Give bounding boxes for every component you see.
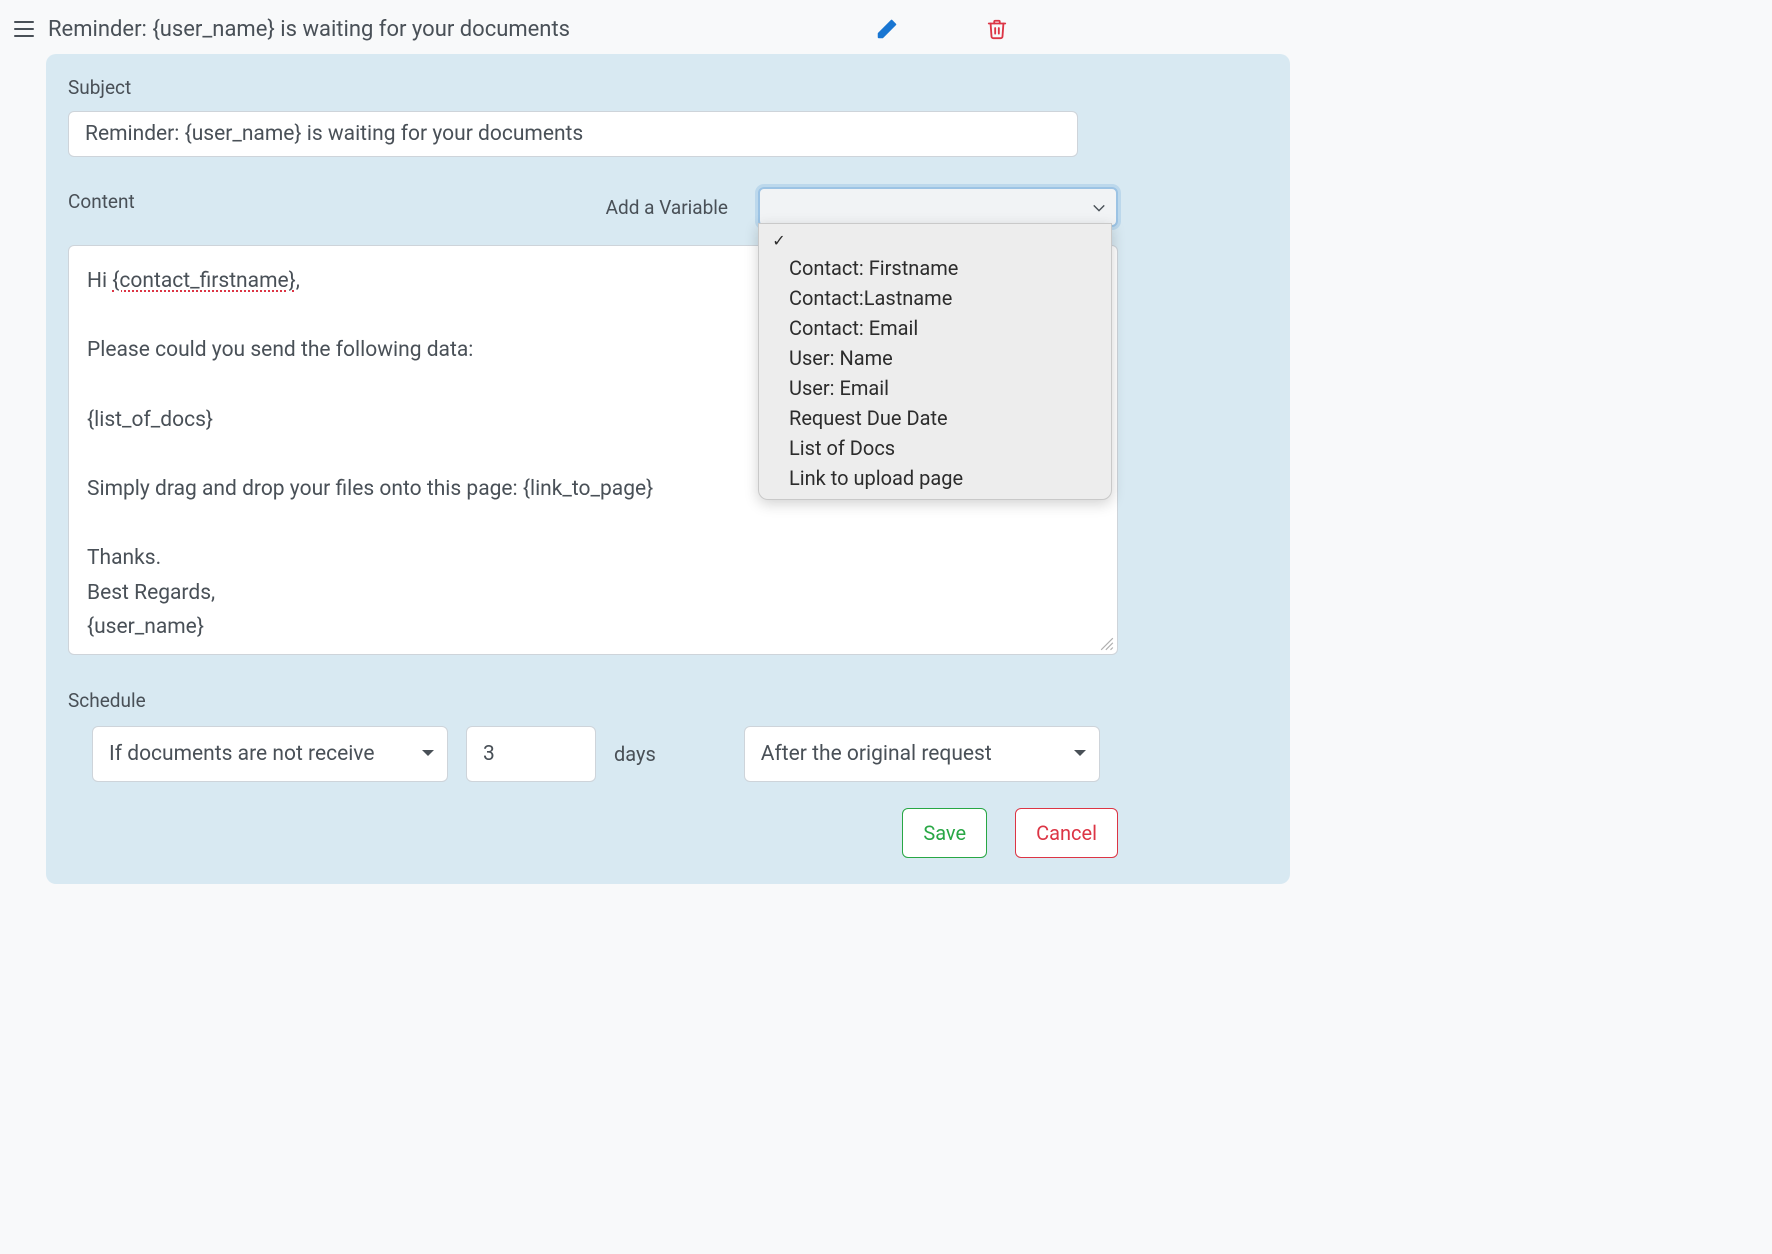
dropdown-option-blank[interactable]: ✓ bbox=[759, 228, 1111, 253]
dropdown-option-label: Link to upload page bbox=[789, 466, 963, 490]
header-row: Reminder: {user_name} is waiting for you… bbox=[0, 0, 1300, 54]
dropdown-option-label: Request Due Date bbox=[789, 406, 948, 430]
spellcheck-underline: {contact_firstname} bbox=[112, 269, 295, 293]
save-button[interactable]: Save bbox=[902, 808, 987, 858]
check-icon: ✓ bbox=[769, 231, 789, 250]
dropdown-option-label: User: Email bbox=[789, 376, 889, 400]
content-label: Content bbox=[68, 190, 586, 213]
schedule-timing-select[interactable]: After the original request bbox=[744, 726, 1100, 782]
dropdown-option[interactable]: Contact: Firstname bbox=[759, 253, 1111, 283]
variable-select[interactable] bbox=[758, 187, 1118, 227]
reminder-card: Subject Content Add a Variable ✓ Contact… bbox=[46, 54, 1290, 884]
subject-label: Subject bbox=[68, 76, 1268, 99]
dropdown-option-label: List of Docs bbox=[789, 436, 895, 460]
variable-dropdown[interactable]: ✓ Contact: Firstname Contact:Lastname Co… bbox=[758, 223, 1112, 500]
delete-button[interactable] bbox=[982, 14, 1012, 44]
schedule-condition-select[interactable]: If documents are not receive bbox=[92, 726, 448, 782]
add-variable-label: Add a Variable bbox=[606, 196, 728, 219]
cancel-button[interactable]: Cancel bbox=[1015, 808, 1118, 858]
trash-icon bbox=[986, 18, 1008, 40]
dropdown-option[interactable]: User: Name bbox=[759, 343, 1111, 373]
dropdown-option[interactable]: Contact:Lastname bbox=[759, 283, 1111, 313]
chevron-down-icon bbox=[1092, 201, 1106, 215]
dropdown-option-label: User: Name bbox=[789, 346, 893, 370]
schedule-label: Schedule bbox=[68, 689, 1268, 712]
dropdown-option[interactable]: List of Docs bbox=[759, 433, 1111, 463]
dropdown-option[interactable]: Link to upload page bbox=[759, 463, 1111, 493]
hamburger-icon[interactable] bbox=[14, 21, 34, 37]
days-label: days bbox=[614, 742, 656, 766]
dropdown-option[interactable]: Request Due Date bbox=[759, 403, 1111, 433]
edit-button[interactable] bbox=[872, 14, 902, 44]
schedule-days-input[interactable] bbox=[466, 726, 596, 782]
dropdown-option-label: Contact: Firstname bbox=[789, 256, 958, 280]
subject-input[interactable] bbox=[68, 111, 1078, 157]
page-title: Reminder: {user_name} is waiting for you… bbox=[48, 17, 858, 42]
dropdown-option[interactable]: User: Email bbox=[759, 373, 1111, 403]
dropdown-option-label: Contact: Email bbox=[789, 316, 918, 340]
dropdown-option[interactable]: Contact: Email bbox=[759, 313, 1111, 343]
pencil-icon bbox=[876, 18, 898, 40]
dropdown-option-label: Contact:Lastname bbox=[789, 286, 952, 310]
